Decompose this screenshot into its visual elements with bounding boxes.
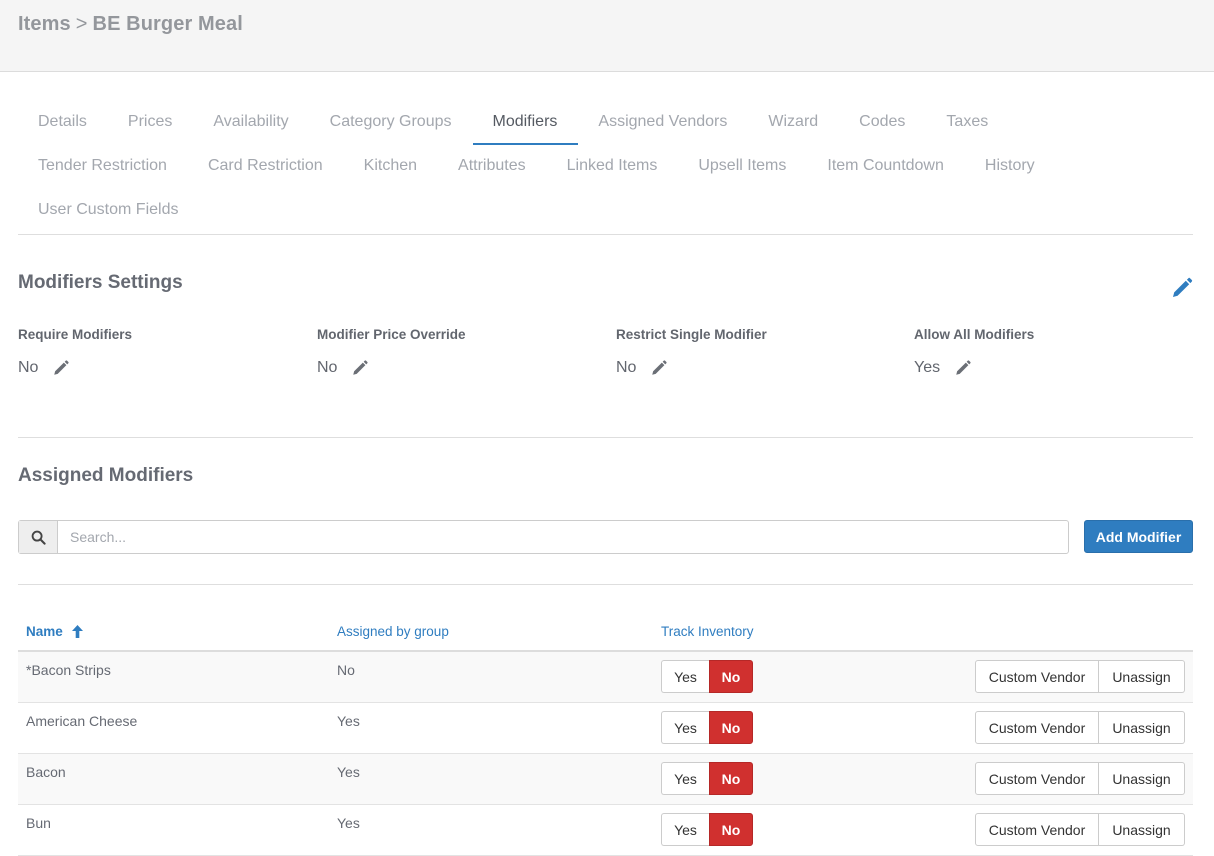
- setting-value: No: [18, 359, 39, 376]
- column-header-label: Name: [26, 624, 63, 639]
- section-divider: [18, 437, 1193, 438]
- row-actions: Custom Vendor Unassign: [975, 660, 1185, 693]
- setting-modifier-price-override: Modifier Price Override No: [317, 327, 607, 377]
- tab-details[interactable]: Details: [18, 100, 108, 144]
- track-inventory-toggle: Yes No: [661, 762, 753, 795]
- table-row: *Bacon Strips No Yes No Custom Vendor Un…: [18, 652, 1193, 703]
- tab-category-groups[interactable]: Category Groups: [310, 100, 473, 144]
- assigned-modifiers-title: Assigned Modifiers: [18, 465, 194, 486]
- breadcrumb: Items > BE Burger Meal: [18, 13, 243, 36]
- track-inventory-toggle: Yes No: [661, 660, 753, 693]
- pencil-icon[interactable]: [954, 359, 972, 377]
- search-box: [18, 520, 1069, 554]
- breadcrumb-current: BE Burger Meal: [92, 13, 243, 35]
- table-header: Name Assigned by group Track Inventory: [18, 610, 1193, 652]
- pencil-icon[interactable]: [351, 359, 369, 377]
- modifiers-settings-title: Modifiers Settings: [18, 272, 183, 293]
- search-addon: [19, 521, 58, 553]
- track-yes-button[interactable]: Yes: [661, 813, 709, 846]
- tab-row-1: Details Prices Availability Category Gro…: [18, 100, 1009, 145]
- table-row: Bacon Yes Yes No Custom Vendor Unassign: [18, 754, 1193, 805]
- custom-vendor-button[interactable]: Custom Vendor: [975, 711, 1099, 744]
- breadcrumb-parent-link[interactable]: Items: [18, 13, 71, 36]
- unassign-button[interactable]: Unassign: [1099, 813, 1185, 846]
- page-header: Items > BE Burger Meal: [0, 0, 1214, 72]
- tab-item-countdown[interactable]: Item Countdown: [807, 144, 965, 188]
- tab-row-3: User Custom Fields: [18, 188, 198, 232]
- tab-prices[interactable]: Prices: [108, 100, 193, 144]
- track-yes-button[interactable]: Yes: [661, 711, 709, 744]
- track-no-button[interactable]: No: [709, 813, 753, 846]
- tab-history[interactable]: History: [965, 144, 1056, 188]
- item-tabs: Details Prices Availability Category Gro…: [18, 100, 1193, 235]
- tab-availability[interactable]: Availability: [193, 100, 309, 144]
- tab-linked-items[interactable]: Linked Items: [547, 144, 679, 188]
- edit-settings-button[interactable]: [1170, 276, 1194, 300]
- modifier-name: American Cheese: [26, 713, 138, 729]
- add-modifier-button[interactable]: Add Modifier: [1084, 520, 1193, 553]
- pencil-icon[interactable]: [650, 359, 668, 377]
- modifier-name: Bacon: [26, 764, 66, 780]
- track-no-button[interactable]: No: [709, 711, 753, 744]
- tab-tender-restriction[interactable]: Tender Restriction: [18, 144, 188, 188]
- setting-restrict-single-modifier: Restrict Single Modifier No: [616, 327, 906, 377]
- setting-value: No: [616, 359, 637, 376]
- tab-user-custom-fields[interactable]: User Custom Fields: [18, 188, 198, 232]
- track-no-button[interactable]: No: [709, 660, 753, 693]
- setting-label: Allow All Modifiers: [914, 327, 1035, 342]
- column-header-assigned-by-group[interactable]: Assigned by group: [337, 624, 449, 639]
- unassign-button[interactable]: Unassign: [1099, 762, 1185, 795]
- tab-kitchen[interactable]: Kitchen: [344, 144, 438, 188]
- table-row: American Cheese Yes Yes No Custom Vendor…: [18, 703, 1193, 754]
- tab-row-2: Tender Restriction Card Restriction Kitc…: [18, 144, 1056, 188]
- track-yes-button[interactable]: Yes: [661, 762, 709, 795]
- row-actions: Custom Vendor Unassign: [975, 762, 1185, 795]
- modifier-name: Bun: [26, 815, 51, 831]
- pencil-icon[interactable]: [52, 359, 70, 377]
- setting-label: Modifier Price Override: [317, 327, 466, 342]
- tab-assigned-vendors[interactable]: Assigned Vendors: [578, 100, 748, 144]
- unassign-button[interactable]: Unassign: [1099, 660, 1185, 693]
- custom-vendor-button[interactable]: Custom Vendor: [975, 762, 1099, 795]
- setting-value: Yes: [914, 359, 941, 376]
- assigned-by-group-value: Yes: [337, 713, 360, 729]
- tab-card-restriction[interactable]: Card Restriction: [188, 144, 344, 188]
- column-header-track-inventory[interactable]: Track Inventory: [661, 624, 754, 639]
- tab-codes[interactable]: Codes: [839, 100, 926, 144]
- search-icon: [31, 530, 46, 545]
- tab-wizard[interactable]: Wizard: [748, 100, 839, 144]
- assigned-by-group-value: Yes: [337, 815, 360, 831]
- row-actions: Custom Vendor Unassign: [975, 813, 1185, 846]
- setting-value: No: [317, 359, 338, 376]
- column-header-name[interactable]: Name: [26, 624, 83, 639]
- search-input[interactable]: [58, 521, 1068, 553]
- assigned-by-group-value: Yes: [337, 764, 360, 780]
- track-inventory-toggle: Yes No: [661, 711, 753, 744]
- setting-label: Require Modifiers: [18, 327, 133, 342]
- track-no-button[interactable]: No: [709, 762, 753, 795]
- sort-ascending-icon: [71, 625, 83, 638]
- custom-vendor-button[interactable]: Custom Vendor: [975, 660, 1099, 693]
- modifiers-table: Name Assigned by group Track Inventory *…: [18, 610, 1193, 856]
- breadcrumb-separator: >: [75, 13, 88, 35]
- pencil-icon: [1173, 277, 1193, 297]
- tab-upsell-items[interactable]: Upsell Items: [678, 144, 807, 188]
- assigned-by-group-value: No: [337, 662, 355, 678]
- row-actions: Custom Vendor Unassign: [975, 711, 1185, 744]
- tab-taxes[interactable]: Taxes: [926, 100, 1009, 144]
- unassign-button[interactable]: Unassign: [1099, 711, 1185, 744]
- setting-allow-all-modifiers: Allow All Modifiers Yes: [914, 327, 1204, 377]
- setting-require-modifiers: Require Modifiers No: [18, 327, 308, 377]
- section-divider: [18, 584, 1193, 585]
- track-yes-button[interactable]: Yes: [661, 660, 709, 693]
- tab-attributes[interactable]: Attributes: [438, 144, 547, 188]
- tab-modifiers[interactable]: Modifiers: [472, 100, 579, 145]
- table-row: Bun Yes Yes No Custom Vendor Unassign: [18, 805, 1193, 856]
- track-inventory-toggle: Yes No: [661, 813, 753, 846]
- setting-label: Restrict Single Modifier: [616, 327, 767, 342]
- modifier-name: *Bacon Strips: [26, 662, 111, 678]
- custom-vendor-button[interactable]: Custom Vendor: [975, 813, 1099, 846]
